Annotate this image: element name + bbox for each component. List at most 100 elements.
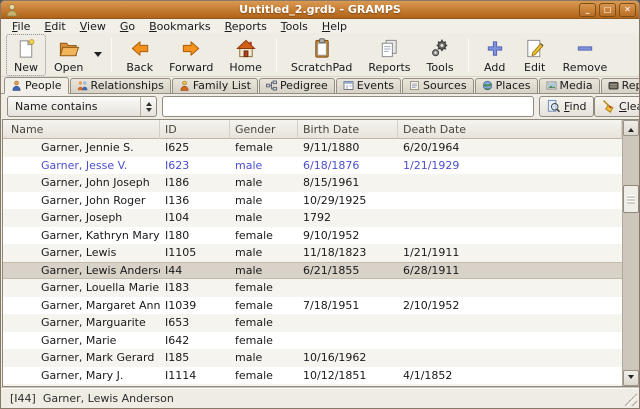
toolbar-button-label: Forward [169,61,213,74]
tab-label: Family List [193,79,251,92]
tab-label: People [25,79,62,92]
cell-name: Garner, Joseph [3,211,160,224]
table-header: NameIDGenderBirth DateDeath Date [3,120,622,139]
cell-id: I625 [160,141,230,154]
column-header-id[interactable]: ID [160,120,230,139]
open-button[interactable]: Open [46,34,91,76]
new-document-icon [14,37,38,60]
search-input[interactable] [162,96,534,117]
pedigree-icon [266,80,277,91]
scratchpad-button[interactable]: ScratchPad [283,34,361,76]
menu-reports[interactable]: Reports [218,20,274,33]
back-button[interactable]: Back [118,34,161,76]
cell-gender: male [230,194,298,207]
cell-death: 4/1/1852 [398,369,622,382]
cell-name: Garner, Jennie S. [3,141,160,154]
cell-birth: 7/18/1951 [298,299,398,312]
scroll-down-icon [628,375,634,382]
family-list-icon [179,80,190,91]
column-header-death-date[interactable]: Death Date [398,120,622,139]
scroll-down-button[interactable] [623,370,639,386]
tab-pedigree[interactable]: Pedigree [259,78,335,93]
cell-gender: male [230,351,298,364]
reports-button[interactable]: Reports [360,34,418,76]
menu-edit[interactable]: Edit [37,20,72,33]
cell-birth: 6/18/1876 [298,159,398,172]
back-arrow-icon [128,37,152,60]
tab-events[interactable]: Events [336,78,401,93]
cell-gender: female [230,281,298,294]
tab-label: Sources [423,79,467,92]
table-row[interactable]: Garner, Jesse V.I623male6/18/18761/21/19… [3,157,622,175]
toolbar-button-label: Home [229,61,261,74]
vertical-scrollbar[interactable] [622,120,639,386]
table-row[interactable]: Garner, Mary J.I1114female10/12/18514/1/… [3,367,622,385]
maximize-button[interactable]: □ [599,3,616,17]
menu-help[interactable]: Help [315,20,354,33]
table-row[interactable]: Garner, LewisI1105male11/18/18231/21/191… [3,244,622,262]
toolbar-button-label: Reports [368,61,410,74]
titlebar[interactable]: Untitled_2.grdb - GRAMPS _ □ ✕ [1,1,639,19]
tools-button[interactable]: Tools [419,34,462,76]
table-row[interactable]: Garner, Mark GerardI185male10/16/1962 [3,349,622,367]
tab-repositories[interactable]: Repositories [601,78,640,93]
cell-name: Garner, Lewis [3,246,160,259]
column-header-birth-date[interactable]: Birth Date [298,120,398,139]
cell-gender: female [230,229,298,242]
clear-button[interactable]: Clear [594,96,640,117]
menu-view[interactable]: View [73,20,113,33]
add-icon [483,37,507,60]
table-row[interactable]: Garner, Kathryn MaryI180female9/10/1952 [3,227,622,245]
find-button[interactable]: Find [539,96,594,117]
menu-bookmarks[interactable]: Bookmarks [142,20,217,33]
table-row[interactable]: Garner, Margaret AnnI1039female7/18/1951… [3,297,622,315]
scrollbar-thumb[interactable] [623,185,639,213]
minimize-button[interactable]: _ [579,3,596,17]
table-row[interactable]: Garner, Mary M.I1115female10/20/18785/24… [3,384,622,386]
menu-file[interactable]: File [5,20,37,33]
edit-button[interactable]: Edit [515,34,555,76]
open-dropdown-arrow[interactable] [91,33,105,76]
table-row[interactable]: Garner, John RogerI136male10/29/1925 [3,192,622,210]
table-row[interactable]: Garner, Louella MarieI183female [3,279,622,297]
tab-media[interactable]: Media [539,78,600,93]
cell-gender: male [230,246,298,259]
filter-field-select[interactable]: Name contains [7,96,157,117]
table-row[interactable]: Garner, MarieI642female [3,332,622,350]
scroll-up-button[interactable] [623,120,639,136]
forward-button[interactable]: Forward [161,34,221,76]
reports-icon [377,37,401,60]
table-row[interactable]: Garner, MarguariteI653female [3,314,622,332]
remove-button[interactable]: Remove [555,34,616,76]
tab-people[interactable]: People [4,77,69,94]
column-header-gender[interactable]: Gender [230,120,298,139]
cell-name: Garner, Mark Gerard [3,351,160,364]
toolbar-button-label: Edit [524,61,545,74]
cell-id: I185 [160,351,230,364]
tab-family-list[interactable]: Family List [172,78,258,93]
table-row[interactable]: Garner, JosephI104male1792 [3,209,622,227]
tab-sources[interactable]: Sources [402,78,474,93]
table-row[interactable]: Garner, Lewis AndersonI44male6/21/18556/… [3,262,622,280]
close-button[interactable]: ✕ [619,3,636,17]
cell-death: 6/28/1911 [398,264,622,277]
new-button[interactable]: New [6,34,46,76]
home-button[interactable]: Home [221,34,269,76]
status-text: [I44] Garner, Lewis Anderson [1,392,174,405]
menu-tools[interactable]: Tools [274,20,315,33]
add-button[interactable]: Add [475,34,515,76]
tab-places[interactable]: Places [475,78,538,93]
combo-spinner-icon[interactable] [140,97,156,116]
cell-id: I183 [160,281,230,294]
table-row[interactable]: Garner, John JosephI186male8/15/1961 [3,174,622,192]
menu-go[interactable]: Go [113,20,142,33]
cell-name: Garner, John Roger [3,194,160,207]
tab-relationships[interactable]: Relationships [70,78,171,93]
cell-gender: male [230,159,298,172]
toolbar: NewOpen Back Forward Home ScratchPad Reports T… [1,33,639,77]
statusbar: [I44] Garner, Lewis Anderson [1,387,639,408]
column-header-name[interactable]: Name [3,120,160,139]
resize-grip[interactable] [624,393,637,406]
table-row[interactable]: Garner, Jennie S.I625female9/11/18806/20… [3,139,622,157]
cell-death: 1/21/1929 [398,159,622,172]
